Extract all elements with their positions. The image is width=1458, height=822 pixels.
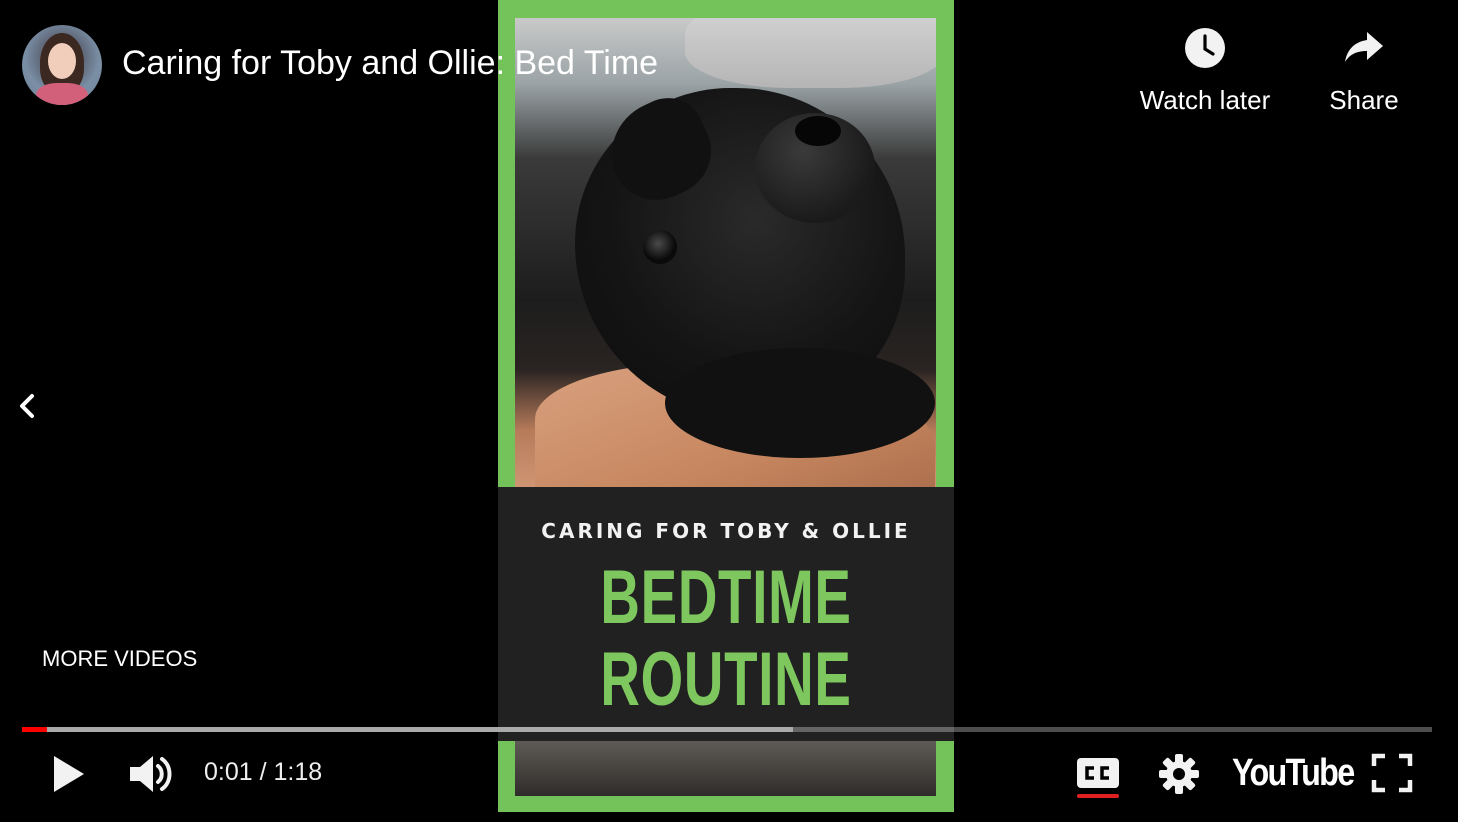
- progress-played: [22, 727, 48, 732]
- volume-button[interactable]: [126, 750, 176, 798]
- dog-body-shape: [665, 348, 935, 458]
- video-thumbnail-photo: [515, 18, 936, 487]
- play-icon: [54, 756, 84, 792]
- progress-bar[interactable]: [22, 727, 1432, 732]
- share-label: Share: [1329, 85, 1399, 115]
- dog-eye-shape: [643, 230, 677, 264]
- settings-button[interactable]: [1156, 751, 1202, 797]
- share-arrow-icon: [1345, 32, 1383, 62]
- volume-icon: [130, 756, 172, 792]
- clock-icon: [1185, 28, 1225, 68]
- fullscreen-icon: [1371, 753, 1413, 793]
- time-display: 0:01 / 1:18: [204, 758, 323, 786]
- progress-buffered: [22, 727, 794, 732]
- card-headline: BEDTIME ROUTINE: [562, 557, 890, 721]
- chevron-left-icon[interactable]: [12, 390, 42, 422]
- avatar-shirt: [36, 83, 88, 105]
- closed-captions-icon: [1077, 758, 1119, 798]
- play-button[interactable]: [44, 752, 88, 796]
- youtube-logo[interactable]: YouTube: [1232, 752, 1355, 795]
- sleeve-shape: [685, 18, 936, 88]
- card-headline-line1: BEDTIME: [600, 555, 852, 640]
- video-bottom-strip: [515, 741, 936, 796]
- watch-later-button[interactable]: Watch later: [1130, 26, 1280, 116]
- fullscreen-button[interactable]: [1370, 752, 1414, 794]
- video-title-card: CARING FOR TOBY & OLLIE BEDTIME ROUTINE: [498, 487, 954, 741]
- card-subtitle: CARING FOR TOBY & OLLIE: [541, 519, 911, 543]
- video-frame[interactable]: CARING FOR TOBY & OLLIE BEDTIME ROUTINE: [498, 0, 954, 812]
- dog-nose-shape: [795, 116, 841, 146]
- video-title[interactable]: Caring for Toby and Ollie: Bed Time: [122, 44, 658, 83]
- channel-avatar[interactable]: [22, 25, 102, 105]
- watch-later-label: Watch later: [1139, 85, 1271, 115]
- card-headline-line2: ROUTINE: [600, 637, 852, 722]
- more-videos-button[interactable]: MORE VIDEOS: [42, 646, 197, 672]
- video-player[interactable]: CARING FOR TOBY & OLLIE BEDTIME ROUTINE …: [0, 0, 1458, 822]
- gear-icon: [1159, 754, 1199, 794]
- share-button[interactable]: Share: [1320, 26, 1408, 116]
- closed-captions-button[interactable]: [1074, 754, 1122, 800]
- avatar-face: [48, 43, 76, 79]
